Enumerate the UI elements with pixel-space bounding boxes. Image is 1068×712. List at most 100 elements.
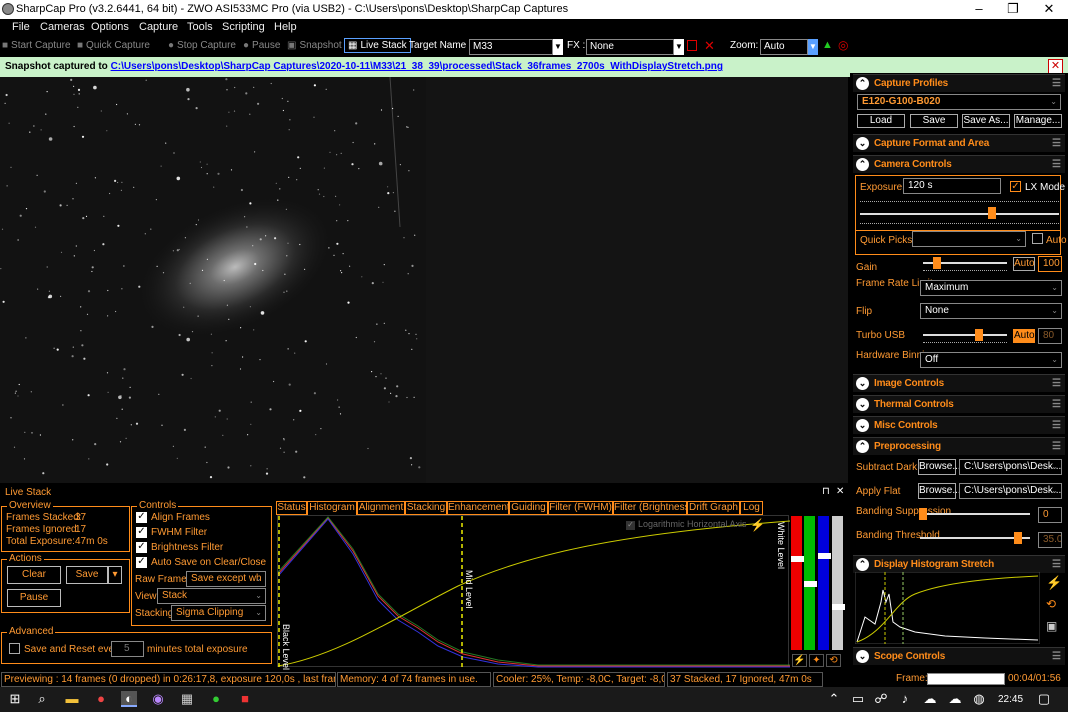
raw-frames-select[interactable]: Save except wh ⌄: [186, 571, 266, 587]
live-stack-button[interactable]: ▦ Live Stack: [344, 38, 411, 53]
menu-icon[interactable]: ☰: [1052, 420, 1061, 431]
clear-button[interactable]: Clear: [7, 566, 61, 584]
save-reset-checkbox[interactable]: [9, 643, 20, 654]
menu-file[interactable]: File: [12, 21, 30, 33]
menu-help[interactable]: Help: [274, 21, 297, 33]
fwhm-filter-checkbox[interactable]: ✓: [136, 527, 147, 538]
browse-flat-button[interactable]: Browse...: [918, 483, 961, 499]
color-balance-sliders[interactable]: [791, 516, 846, 652]
profile-select[interactable]: E120-G100-B020 ⌄: [857, 94, 1061, 110]
chevron-down-icon[interactable]: ⌄: [856, 419, 869, 432]
network-icon[interactable]: ☍: [873, 691, 889, 707]
gain-value[interactable]: 100: [1038, 256, 1062, 272]
chevron-up-icon[interactable]: ⌃: [856, 158, 869, 171]
menu-icon[interactable]: ☰: [1052, 441, 1061, 452]
manage-profiles-button[interactable]: Manage...: [1014, 114, 1062, 128]
pdf-icon[interactable]: ■: [237, 691, 253, 707]
chevron-up-icon[interactable]: ⌃: [826, 691, 842, 707]
turbo-usb-slider-thumb[interactable]: [975, 329, 983, 341]
section-capture-profiles[interactable]: ⌃ Capture Profiles ☰: [853, 74, 1065, 92]
minutes-stepper[interactable]: 5: [111, 641, 144, 657]
save-icon[interactable]: ▣: [1046, 619, 1057, 633]
menu-capture[interactable]: Capture: [139, 21, 178, 33]
flat-path-select[interactable]: C:\Users\pons\Desk... ⌄: [959, 483, 1062, 499]
section-capture-format[interactable]: ⌄ Capture Format and Area ☰: [853, 134, 1065, 152]
pause-button[interactable]: ● Pause: [243, 40, 280, 51]
cloud-icon[interactable]: ☁: [922, 691, 938, 707]
blue-channel-slider[interactable]: [818, 516, 829, 650]
tab-alignment[interactable]: Alignment: [357, 501, 405, 515]
notification-icon[interactable]: ▢: [1036, 691, 1052, 707]
frame-rate-select[interactable]: Maximum ⌄: [920, 280, 1062, 296]
tab-log[interactable]: Log: [740, 501, 763, 515]
banding-suppression-value[interactable]: 0: [1038, 507, 1062, 523]
gain-slider-thumb[interactable]: [933, 257, 941, 269]
slider-handle[interactable]: [832, 604, 845, 610]
reset-icon[interactable]: ⟲: [1046, 597, 1056, 611]
app-icon[interactable]: ◉: [150, 691, 166, 707]
volume-icon[interactable]: ♪: [897, 691, 913, 707]
tab-guiding[interactable]: Guiding: [509, 501, 548, 515]
section-thermal-controls[interactable]: ⌄ Thermal Controls ☰: [853, 395, 1065, 413]
menu-scripting[interactable]: Scripting: [222, 21, 265, 33]
windows-start-icon[interactable]: ⊞: [7, 691, 23, 707]
display-stretch-histogram[interactable]: [855, 572, 1040, 644]
tab-filter-brightness[interactable]: Filter (Brightness): [613, 501, 693, 515]
grid-app-icon[interactable]: ▦: [179, 691, 195, 707]
stacking-select[interactable]: Sigma Clipping ⌄: [171, 605, 266, 621]
turbo-usb-slider[interactable]: [923, 334, 1007, 336]
chevron-up-icon[interactable]: ⌃: [856, 558, 869, 571]
menu-icon[interactable]: ☰: [1052, 159, 1061, 170]
start-capture-button[interactable]: ■ Start Capture: [2, 40, 71, 51]
menu-icon[interactable]: ☰: [1052, 399, 1061, 410]
lightning-icon[interactable]: ⚡: [1046, 575, 1062, 591]
chevron-up-icon[interactable]: ⌃: [856, 77, 869, 90]
tab-histogram[interactable]: Histogram: [307, 501, 357, 515]
menu-icon[interactable]: ☰: [1052, 651, 1061, 662]
pause-stack-button[interactable]: Pause: [7, 589, 61, 607]
chrome-icon[interactable]: ●: [93, 691, 109, 707]
live-stack-histogram[interactable]: ✓ Logarithmic Horizontal Axis ⚡ Black Lev…: [277, 515, 791, 670]
section-preprocessing[interactable]: ⌃ Preprocessing ☰: [853, 437, 1065, 455]
section-scope-controls[interactable]: ⌄ Scope Controls ☰: [853, 647, 1065, 665]
tab-filter-fwhm[interactable]: Filter (FWHM): [548, 501, 613, 515]
lx-mode-checkbox[interactable]: ✓: [1010, 181, 1021, 192]
menu-icon[interactable]: ☰: [1052, 559, 1061, 570]
log-axis-checkbox[interactable]: ✓: [626, 521, 635, 530]
onedrive-icon[interactable]: ☁: [947, 691, 963, 707]
banding-threshold-thumb[interactable]: [1014, 532, 1022, 544]
close-panel-icon[interactable]: ✕: [836, 486, 844, 497]
search-icon[interactable]: ⌕: [34, 691, 50, 707]
flip-select[interactable]: None ⌄: [920, 303, 1062, 319]
turbo-auto-button[interactable]: Auto: [1013, 329, 1035, 343]
sharpcap-icon[interactable]: ◐: [121, 691, 137, 707]
pin-icon[interactable]: ⊓: [822, 486, 830, 497]
view-select[interactable]: Stack ⌄: [157, 588, 266, 604]
exposure-slider[interactable]: [860, 213, 1059, 215]
slider-handle[interactable]: [818, 553, 831, 559]
tab-stacking[interactable]: Stacking: [405, 501, 447, 515]
banding-suppression-slider[interactable]: [920, 513, 1030, 515]
chevron-down-icon[interactable]: ⌄: [856, 650, 869, 663]
maximize-button[interactable]: ❐: [996, 0, 1030, 19]
zoom-select[interactable]: Auto: [760, 39, 808, 55]
chevron-down-icon[interactable]: ▼: [808, 39, 818, 55]
menu-tools[interactable]: Tools: [187, 21, 213, 33]
star-icon[interactable]: ✦: [809, 654, 824, 667]
select-area-icon[interactable]: [687, 40, 697, 51]
lightning-icon[interactable]: ⚡: [750, 518, 765, 532]
reset-icon[interactable]: ⟲: [826, 654, 841, 667]
menu-icon[interactable]: ☰: [1052, 378, 1061, 389]
battery-icon[interactable]: ▭: [850, 691, 866, 707]
save-profile-button[interactable]: Save: [910, 114, 958, 128]
section-camera-controls[interactable]: ⌃ Camera Controls ☰: [853, 155, 1065, 173]
exposure-slider-thumb[interactable]: [988, 207, 996, 219]
red-channel-slider[interactable]: [791, 516, 802, 650]
minimize-button[interactable]: –: [962, 0, 996, 19]
snapshot-button[interactable]: ▣ Snapshot: [287, 40, 342, 51]
turbo-usb-value[interactable]: 80: [1038, 328, 1062, 344]
brightness-filter-checkbox[interactable]: ✓: [136, 542, 147, 553]
green-app-icon[interactable]: ●: [208, 691, 224, 707]
browse-dark-button[interactable]: Browse...: [918, 459, 961, 475]
close-banner-button[interactable]: ✕: [1048, 59, 1063, 74]
